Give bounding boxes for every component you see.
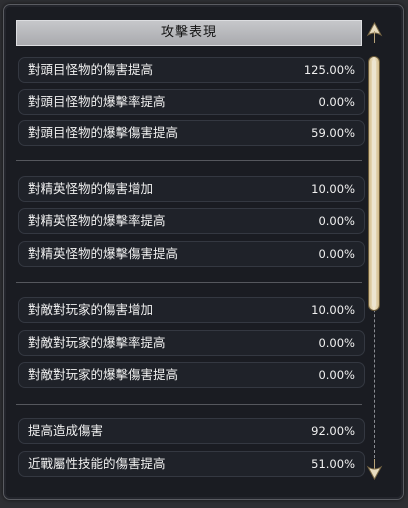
stat-label: 對敵對玩家的傷害增加 bbox=[28, 302, 154, 317]
stat-label: 近戰屬性技能的傷害提高 bbox=[28, 456, 166, 471]
stat-value: 0.00% bbox=[318, 214, 355, 228]
stat-value: 0.00% bbox=[318, 336, 355, 350]
stat-row-elite-damage: 對精英怪物的傷害增加 10.00% bbox=[18, 176, 365, 202]
stat-label: 對精英怪物的傷害增加 bbox=[28, 181, 154, 196]
scrollbar-thumb[interactable] bbox=[368, 56, 380, 311]
arrow-up-icon[interactable] bbox=[366, 22, 383, 44]
stat-row-pvp-damage: 對敵對玩家的傷害增加 10.00% bbox=[18, 297, 365, 323]
group-divider bbox=[16, 404, 362, 405]
stat-label: 對敵對玩家的爆擊傷害提高 bbox=[28, 367, 179, 382]
stat-row-pvp-crit-rate: 對敵對玩家的爆擊率提高 0.00% bbox=[18, 330, 365, 356]
stat-label: 對精英怪物的爆擊傷害提高 bbox=[28, 246, 179, 261]
stat-label: 對頭目怪物的傷害提高 bbox=[28, 62, 154, 77]
section-header-attack-performance: 攻擊表現 bbox=[16, 20, 362, 46]
stat-row-boss-damage: 對頭目怪物的傷害提高 125.00% bbox=[18, 57, 365, 83]
stat-row-elite-crit-rate: 對精英怪物的爆擊率提高 0.00% bbox=[18, 208, 365, 234]
group-divider bbox=[16, 160, 362, 161]
stat-label: 對精英怪物的爆擊率提高 bbox=[28, 213, 166, 228]
stat-value: 10.00% bbox=[311, 182, 355, 196]
stat-value: 0.00% bbox=[318, 368, 355, 382]
stat-label: 對頭目怪物的爆擊傷害提高 bbox=[28, 125, 179, 140]
stat-value: 0.00% bbox=[318, 247, 355, 261]
stat-value: 0.00% bbox=[318, 95, 355, 109]
stat-row-damage-dealt: 提高造成傷害 92.00% bbox=[18, 418, 365, 444]
stat-value: 59.00% bbox=[311, 126, 355, 140]
stat-row-boss-crit-damage: 對頭目怪物的爆擊傷害提高 59.00% bbox=[18, 120, 365, 146]
stat-row-melee-skill-damage: 近戰屬性技能的傷害提高 51.00% bbox=[18, 451, 365, 477]
stat-value: 51.00% bbox=[311, 457, 355, 471]
stat-label: 對頭目怪物的爆擊率提高 bbox=[28, 94, 166, 109]
stat-value: 92.00% bbox=[311, 424, 355, 438]
stat-value: 125.00% bbox=[303, 63, 355, 77]
stat-row-pvp-crit-damage: 對敵對玩家的爆擊傷害提高 0.00% bbox=[18, 362, 365, 388]
stat-value: 10.00% bbox=[311, 303, 355, 317]
group-divider bbox=[16, 282, 362, 283]
arrow-down-icon[interactable] bbox=[366, 458, 383, 480]
stat-label: 提高造成傷害 bbox=[28, 423, 104, 438]
stat-label: 對敵對玩家的爆擊率提高 bbox=[28, 335, 166, 350]
stat-row-boss-crit-rate: 對頭目怪物的爆擊率提高 0.00% bbox=[18, 89, 365, 115]
stat-row-elite-crit-damage: 對精英怪物的爆擊傷害提高 0.00% bbox=[18, 241, 365, 267]
